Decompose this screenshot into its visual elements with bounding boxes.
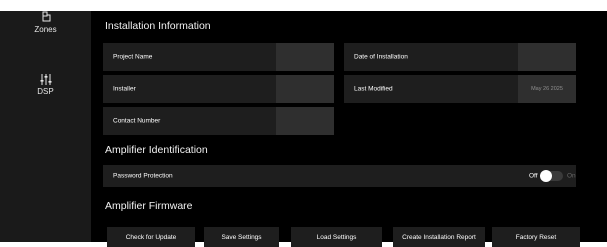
save-settings-button[interactable]: Save Settings [204,227,279,247]
sliders-icon [0,74,91,85]
sidebar-item-label: DSP [37,87,54,96]
password-protection-toggle[interactable] [540,170,563,182]
app-window: Zones DSP Installation Information Proje… [0,11,607,247]
sidebar-item-zones[interactable]: Zones [0,11,91,34]
main-panel: Installation Information Project Name Da… [91,11,607,247]
password-protection-label: Password Protection [113,172,173,180]
toggle-on-label: On [567,172,576,180]
date-of-installation-input[interactable] [518,43,576,71]
toggle-knob [540,170,552,182]
project-name-label: Project Name [113,53,153,61]
last-modified-value: May 26 2025 [518,75,576,103]
load-settings-button[interactable]: Load Settings [291,227,382,247]
installer-label: Installer [113,85,136,93]
toggle-off-label: Off [529,172,538,180]
last-modified-label: Last Modified [354,85,393,93]
installer-field: Installer [103,75,334,103]
create-installation-report-button[interactable]: Create Installation Report [393,227,485,247]
contact-number-label: Contact Number [113,117,161,125]
date-of-installation-label: Date of Installation [354,53,408,61]
check-for-update-button[interactable]: Check for Update [107,227,195,247]
project-name-input[interactable] [276,43,334,71]
factory-reset-button[interactable]: Factory Reset [492,227,580,247]
sidebar-item-dsp[interactable]: DSP [0,74,91,96]
date-of-installation-field: Date of Installation [344,43,576,71]
password-protection-row: Password Protection Off On [103,165,576,187]
project-name-field: Project Name [103,43,334,71]
sidebar: Zones DSP [0,11,91,242]
installer-input[interactable] [276,75,334,103]
last-modified-field: Last Modified May 26 2025 [344,75,576,103]
zones-icon [0,11,91,23]
section-title-installation: Installation Information [105,20,211,32]
section-title-identification: Amplifier Identification [105,144,208,156]
contact-number-field: Contact Number [103,107,334,135]
sidebar-item-label: Zones [34,25,57,34]
section-title-firmware: Amplifier Firmware [105,200,193,212]
contact-number-input[interactable] [276,107,334,135]
